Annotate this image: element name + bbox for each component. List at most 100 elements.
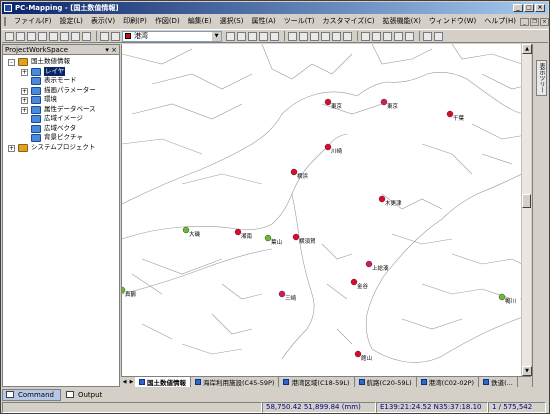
layer-color-swatch	[125, 33, 131, 39]
draw-point-icon[interactable]	[288, 31, 297, 41]
coastline-and-boundaries	[122, 44, 531, 363]
tree-node-label: 背景ピクチャ	[44, 133, 83, 141]
panel-close-icon[interactable]: ×	[111, 46, 117, 54]
tree-node[interactable]: 背景ピクチャ	[3, 133, 119, 143]
menu-edit[interactable]: 編集(E)	[184, 15, 216, 28]
folder-icon	[31, 96, 41, 104]
tree-node[interactable]: + 描画パラメーター	[3, 86, 119, 96]
select-icon[interactable]	[343, 31, 352, 41]
output-tab[interactable]: Output	[63, 389, 108, 401]
save-icon[interactable]	[27, 31, 36, 41]
align-left-icon[interactable]	[361, 31, 370, 41]
menu-extensions[interactable]: 拡張機能(X)	[379, 15, 425, 28]
print-icon[interactable]	[49, 31, 58, 41]
layer-tab[interactable]: 海岸利用施設(C45-59P)	[191, 377, 280, 387]
layer-icon[interactable]	[71, 31, 80, 41]
map-canvas[interactable]: 東京東京千葉川崎横浜木更津大磯湘南葉山横須賀上総湊真鶴三崎金谷館山鴨川勝浦	[121, 44, 531, 376]
layer-tab-icon	[283, 379, 290, 385]
tree-node[interactable]: + 環境	[3, 95, 119, 105]
display-tree-tab[interactable]: 表示ツリー	[536, 60, 547, 96]
maximize-icon[interactable]: □	[524, 4, 534, 12]
layer-tab[interactable]: 港湾区域(C18-59L)	[279, 377, 355, 387]
copy-icon[interactable]	[237, 31, 246, 41]
menu-tools[interactable]: ツール(T)	[280, 15, 319, 28]
folder-icon	[31, 67, 41, 76]
tree-node[interactable]: + レイヤ	[3, 66, 119, 76]
menu-customize[interactable]: カスタマイズ(C)	[319, 15, 379, 28]
tree-node[interactable]: + システムプロジェクト	[3, 143, 119, 153]
layer-select[interactable]: 港湾 ▼	[122, 30, 222, 42]
tree-node[interactable]: 広域イメージ	[3, 114, 119, 124]
command-tab[interactable]: Command	[2, 388, 61, 401]
window-icon[interactable]	[423, 31, 432, 41]
chevron-down-icon[interactable]: ▼	[212, 31, 221, 41]
menu-draw[interactable]: 作図(D)	[151, 15, 184, 28]
scroll-down-icon[interactable]: ▼	[522, 366, 532, 376]
tree-node[interactable]: - 国土数値情報	[3, 57, 119, 67]
tree-node[interactable]: 表示モード	[3, 76, 119, 86]
tile-icon[interactable]	[434, 31, 443, 41]
project-workspace-panel: ProjectWorkSpace ▾ × - 国土数値情報 + レイヤ 表示モード + 描画…	[2, 44, 120, 387]
expand-icon[interactable]: +	[21, 97, 28, 104]
layer-select-value: 港湾	[134, 32, 148, 40]
draw-area-icon[interactable]	[310, 31, 319, 41]
menu-help[interactable]: ヘルプ(H)	[480, 15, 520, 28]
save-all-icon[interactable]	[38, 31, 47, 41]
scroll-thumb[interactable]	[522, 194, 531, 208]
tab-next-icon[interactable]: ▶	[128, 379, 135, 385]
draw-text-icon[interactable]	[321, 31, 330, 41]
menu-view[interactable]: 表示(V)	[87, 15, 119, 28]
panel-title: ProjectWorkSpace	[5, 46, 69, 54]
menu-window[interactable]: ウィンドウ(W)	[425, 15, 480, 28]
measure-icon[interactable]	[332, 31, 341, 41]
info-icon[interactable]	[82, 31, 91, 41]
disk-icon[interactable]	[111, 31, 120, 41]
tree-node[interactable]: 広域ベクタ	[3, 124, 119, 134]
child-minimize-icon[interactable]: _	[520, 17, 530, 26]
menu-select[interactable]: 選択(S)	[216, 15, 248, 28]
menu-settings[interactable]: 設定(L)	[56, 15, 87, 28]
minimize-icon[interactable]: _	[513, 4, 523, 12]
draw-line-icon[interactable]	[299, 31, 308, 41]
find-icon[interactable]	[248, 31, 257, 41]
collapse-icon[interactable]: -	[8, 59, 15, 66]
layer-tab[interactable]: 国土数値情報	[135, 377, 191, 387]
app-window: PC-Mapping - [国土数值情報] _ □ × ファイル(F) 設定(L…	[0, 0, 550, 414]
layer-tab[interactable]: 港湾(C02-02P)	[417, 377, 480, 387]
properties-icon[interactable]	[226, 31, 235, 41]
scroll-up-icon[interactable]: ▲	[522, 44, 532, 54]
new-icon[interactable]	[5, 31, 14, 41]
align-center-icon[interactable]	[372, 31, 381, 41]
pin-icon[interactable]: ▾	[105, 46, 109, 54]
align-bottom-icon[interactable]	[405, 31, 414, 41]
status-bar: 58,750.42 51,899.84 (mm) E139:21:24.52 N…	[2, 402, 548, 414]
paint-icon[interactable]	[100, 31, 109, 41]
expand-icon[interactable]: +	[21, 87, 28, 95]
printer-icon[interactable]	[259, 31, 268, 41]
layer-tab[interactable]: 鉄道(...	[479, 377, 518, 387]
expand-icon[interactable]: +	[8, 144, 15, 152]
menu-attribute[interactable]: 属性(A)	[247, 15, 279, 28]
child-restore-icon[interactable]: ❐	[530, 17, 540, 26]
tree-node[interactable]: + 属性データベース	[3, 105, 119, 115]
document-icon[interactable]	[4, 17, 6, 26]
open-icon[interactable]	[16, 31, 25, 41]
title-bar: PC-Mapping - [国土数值情報] _ □ ×	[2, 2, 548, 14]
folder-icon	[31, 124, 41, 133]
close-icon[interactable]: ×	[535, 4, 545, 12]
project-tree: - 国土数値情報 + レイヤ 表示モード + 描画パラメーター + 環境 + 属性データベース 広域イ…	[3, 55, 119, 152]
globe-icon	[18, 58, 28, 66]
expand-icon[interactable]: +	[21, 106, 28, 114]
preview-icon[interactable]	[60, 31, 69, 41]
menu-print[interactable]: 印刷(P)	[119, 15, 151, 28]
map-vertical-scrollbar[interactable]: ▲ ▼	[521, 44, 532, 376]
zoom-icon[interactable]	[270, 31, 279, 41]
port-label: 木更津	[385, 199, 402, 207]
child-close-icon[interactable]: ×	[540, 17, 550, 26]
tab-prev-icon[interactable]: ◀	[121, 379, 128, 385]
align-top-icon[interactable]	[394, 31, 403, 41]
align-right-icon[interactable]	[383, 31, 392, 41]
menu-file[interactable]: ファイル(F)	[10, 15, 56, 28]
expand-icon[interactable]: +	[21, 68, 28, 76]
layer-tab[interactable]: 航路(C20-59L)	[355, 377, 417, 387]
